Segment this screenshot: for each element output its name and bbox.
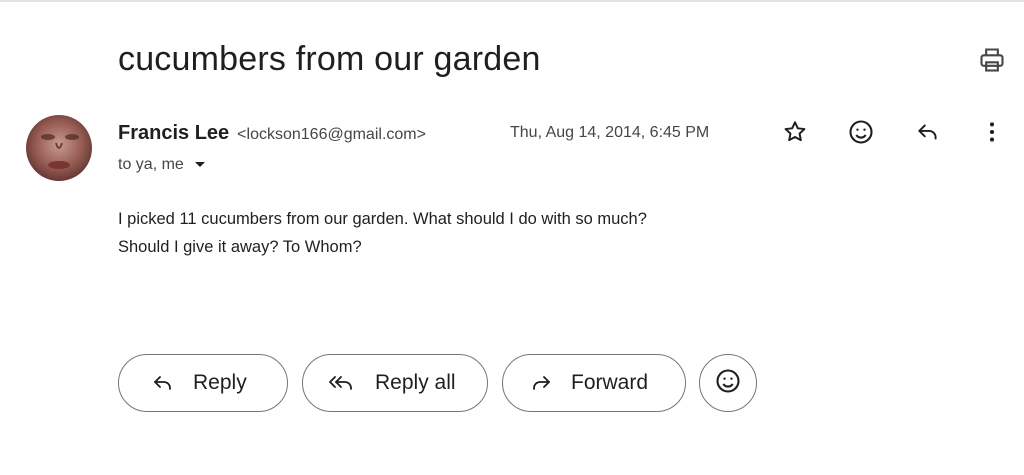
sender-avatar[interactable] — [26, 115, 92, 181]
forward-button[interactable]: Forward — [502, 354, 686, 412]
chevron-down-icon — [184, 156, 206, 174]
reply-icon — [151, 371, 175, 395]
sender-info: Francis Lee <lockson166@gmail.com> — [118, 122, 426, 145]
email-view: cucumbers from our garden Francis Lee <l… — [0, 0, 1024, 475]
more-vert-icon — [979, 119, 1005, 150]
reply-icon-button[interactable] — [912, 118, 944, 150]
reply-icon — [915, 119, 941, 150]
reply-all-label: Reply all — [375, 371, 456, 394]
emoji-icon — [714, 367, 742, 400]
star-icon — [782, 119, 808, 150]
forward-label: Forward — [571, 371, 649, 394]
body-line: Should I give it away? To Whom? — [118, 238, 362, 256]
add-reaction-button[interactable] — [845, 118, 877, 150]
reply-label: Reply — [193, 371, 247, 394]
reply-actions: Reply Reply all Forward — [118, 354, 757, 412]
forward-icon — [529, 371, 553, 395]
email-subject: cucumbers from our garden — [118, 40, 541, 78]
email-body: I picked 11 cucumbers from our garden. W… — [118, 205, 647, 261]
reply-button[interactable]: Reply — [118, 354, 288, 412]
recipients-text: to ya, me — [118, 156, 184, 173]
print-button[interactable] — [976, 46, 1008, 78]
sender-name[interactable]: Francis Lee — [118, 122, 229, 145]
more-options-button[interactable] — [976, 118, 1008, 150]
print-icon — [978, 46, 1006, 79]
email-date: Thu, Aug 14, 2014, 6:45 PM — [510, 124, 710, 141]
body-line: I picked 11 cucumbers from our garden. W… — [118, 210, 647, 228]
reply-all-button[interactable]: Reply all — [302, 354, 488, 412]
reply-all-icon — [327, 371, 357, 395]
sender-email: <lockson166@gmail.com> — [237, 126, 426, 143]
emoji-icon — [847, 118, 875, 151]
emoji-reaction-button[interactable] — [699, 354, 757, 412]
star-button[interactable] — [779, 118, 811, 150]
recipients-toggle[interactable]: to ya, me — [118, 156, 206, 174]
